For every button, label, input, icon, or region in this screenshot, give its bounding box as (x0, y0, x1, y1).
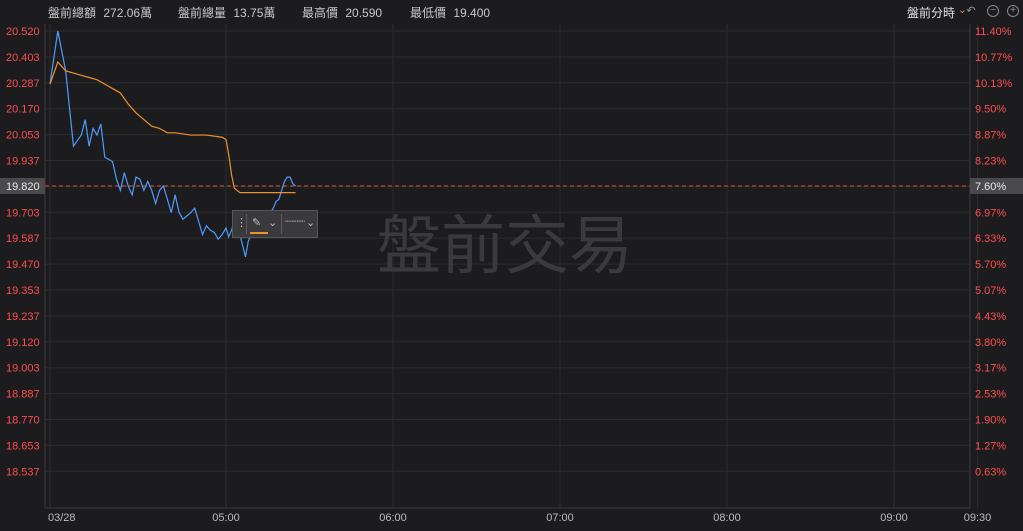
y-tick-pct-label: 3.17% (975, 363, 1006, 375)
x-axis: 03/28 05:00 06:00 07:00 08:00 09:00 09:30 (48, 512, 991, 524)
x-tick-label: 09:30 (964, 512, 992, 524)
y-tick-label: 18.887 (6, 389, 40, 401)
y-tick-label: 20.403 (6, 52, 40, 64)
x-tick-label: 08:00 (713, 512, 741, 524)
y-tick-pct-label: 9.50% (975, 104, 1006, 116)
drawing-toolbar: ⋮ ✎ ⌄ ┈┈┈ ⌄ (232, 210, 318, 238)
x-tick-label: 09:00 (880, 512, 908, 524)
x-tick-label: 03/28 (48, 512, 76, 524)
x-tick-label: 07:00 (546, 512, 574, 524)
y-tick-label: 19.353 (6, 285, 40, 297)
divider (246, 214, 247, 234)
y-tick-pct-label: 5.07% (975, 285, 1006, 297)
y-tick-label: 18.770 (6, 415, 40, 427)
y-tick-label: 18.653 (6, 440, 40, 452)
line-style-icon[interactable]: ┈┈┈ (285, 215, 305, 228)
y-tick-pct-label: 4.43% (975, 311, 1006, 323)
y-tick-label: 18.537 (6, 466, 40, 478)
reference-price-label: 19.820 (6, 181, 40, 193)
y-tick-pct-label: 8.87% (975, 130, 1006, 142)
y-tick-label: 20.170 (6, 104, 40, 116)
y-tick-label: 20.287 (6, 78, 40, 90)
y-tick-pct-label: 10.13% (975, 78, 1013, 90)
y-tick-label: 19.237 (6, 311, 40, 323)
y-tick-label: 19.587 (6, 233, 40, 245)
y-tick-pct-label: 1.90% (975, 415, 1006, 427)
reference-pct-label: 7.60% (975, 181, 1006, 193)
color-indicator (250, 232, 268, 234)
y-tick-pct-label: 11.40% (975, 26, 1012, 38)
y-tick-pct-label: 6.33% (975, 233, 1006, 245)
x-tick-label: 06:00 (379, 512, 407, 524)
y-tick-pct-label: 6.97% (975, 207, 1006, 219)
watermark: 盤前交易 (377, 210, 633, 284)
y-tick-pct-label: 8.23% (975, 156, 1006, 168)
y-tick-pct-label: 2.53% (975, 389, 1006, 401)
y-tick-label: 20.520 (6, 26, 40, 38)
premarket-chart: 盤前交易 20.520 20.403 20.287 20.170 20.053 19.93… (0, 24, 1023, 524)
y-axis-left: 20.520 20.403 20.287 20.170 20.053 19.937 19.8… (6, 26, 40, 478)
divider (281, 214, 282, 234)
y-tick-label: 19.470 (6, 259, 40, 271)
y-axis-right: 11.40% 10.77% 10.13% 9.50% 8.87% 8.23% 7.60% 6.… (975, 26, 1013, 478)
x-tick-label: 05:00 (212, 512, 240, 524)
y-tick-label: 19.120 (6, 337, 40, 349)
y-tick-label: 19.003 (6, 363, 40, 375)
pencil-icon[interactable]: ✎ (252, 216, 261, 229)
y-tick-label: 19.703 (6, 207, 40, 219)
y-tick-pct-label: 1.27% (975, 440, 1006, 452)
y-tick-pct-label: 5.70% (975, 259, 1006, 271)
chevron-down-icon[interactable]: ⌄ (306, 216, 315, 229)
y-tick-pct-label: 10.77% (975, 52, 1013, 64)
y-tick-pct-label: 3.80% (975, 337, 1006, 349)
y-tick-pct-label: 0.63% (975, 466, 1006, 478)
chevron-down-icon[interactable]: ⌄ (268, 216, 277, 229)
y-tick-label: 20.053 (6, 130, 40, 142)
y-tick-label: 19.937 (6, 156, 40, 168)
